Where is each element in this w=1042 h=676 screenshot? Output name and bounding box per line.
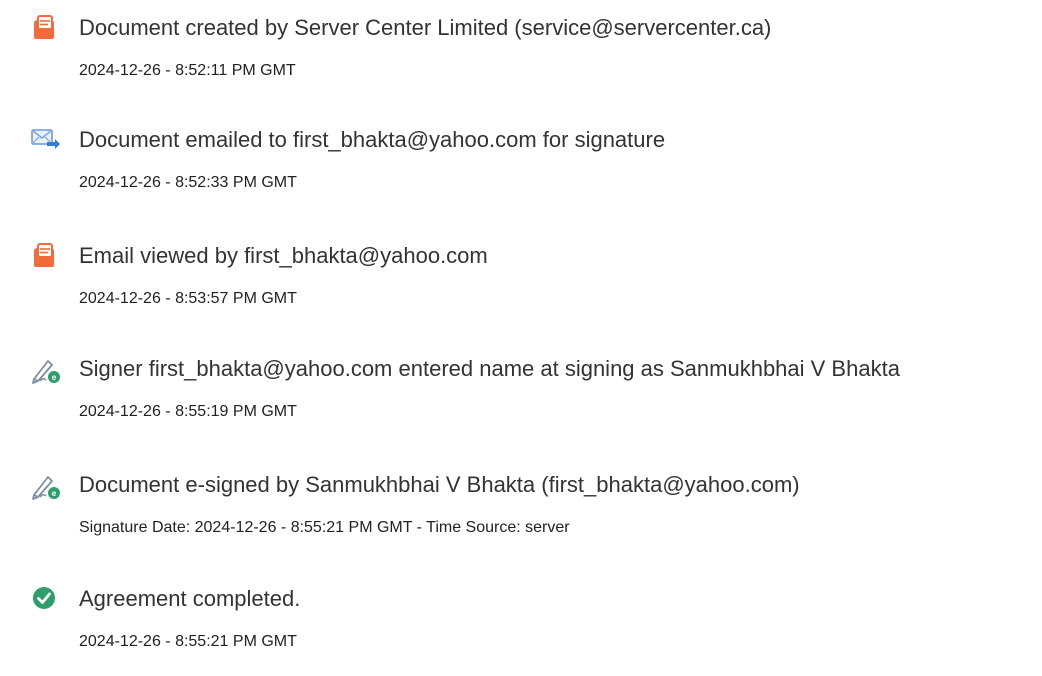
svg-text:e: e	[52, 372, 57, 382]
event-title: Signer first_bhakta@yahoo.com entered na…	[79, 356, 900, 381]
event-timestamp: 2024-12-26 - 8:53:57 PM GMT	[79, 290, 297, 307]
e-sign-pen-icon: e	[30, 355, 64, 385]
svg-text:e: e	[52, 488, 57, 498]
event-timestamp: 2024-12-26 - 8:55:21 PM GMT	[79, 633, 297, 650]
event-title: Document emailed to first_bhakta@yahoo.c…	[79, 127, 666, 152]
audit-event: e Signer first_bhakta@yahoo.com entered …	[0, 356, 1042, 446]
document-icon	[30, 13, 64, 43]
event-title: Document e-signed by Sanmukhbhai V Bhakt…	[79, 472, 800, 497]
event-title: Email viewed by first_bhakta@yahoo.com	[79, 243, 488, 268]
event-title: Agreement completed.	[79, 586, 301, 611]
event-title: Document created by Server Center Limite…	[79, 15, 772, 40]
audit-event: Agreement completed. 2024-12-26 - 8:55:2…	[0, 586, 1042, 676]
check-circle-icon	[30, 583, 64, 613]
event-signature-detail: Signature Date: 2024-12-26 - 8:55:21 PM …	[79, 519, 570, 536]
event-timestamp: 2024-12-26 - 8:55:19 PM GMT	[79, 403, 297, 420]
audit-event: Document emailed to first_bhakta@yahoo.c…	[0, 127, 1042, 217]
document-icon	[30, 241, 64, 271]
audit-event-list: Document created by Server Center Limite…	[0, 0, 1042, 654]
audit-event: Email viewed by first_bhakta@yahoo.com 2…	[0, 243, 1042, 333]
audit-event: Document created by Server Center Limite…	[0, 15, 1042, 105]
email-sent-icon	[30, 125, 64, 155]
event-timestamp: 2024-12-26 - 8:52:33 PM GMT	[79, 174, 297, 191]
e-sign-pen-icon: e	[30, 471, 64, 501]
event-timestamp: 2024-12-26 - 8:52:11 PM GMT	[79, 62, 296, 79]
audit-event: e Document e-signed by Sanmukhbhai V Bha…	[0, 472, 1042, 562]
